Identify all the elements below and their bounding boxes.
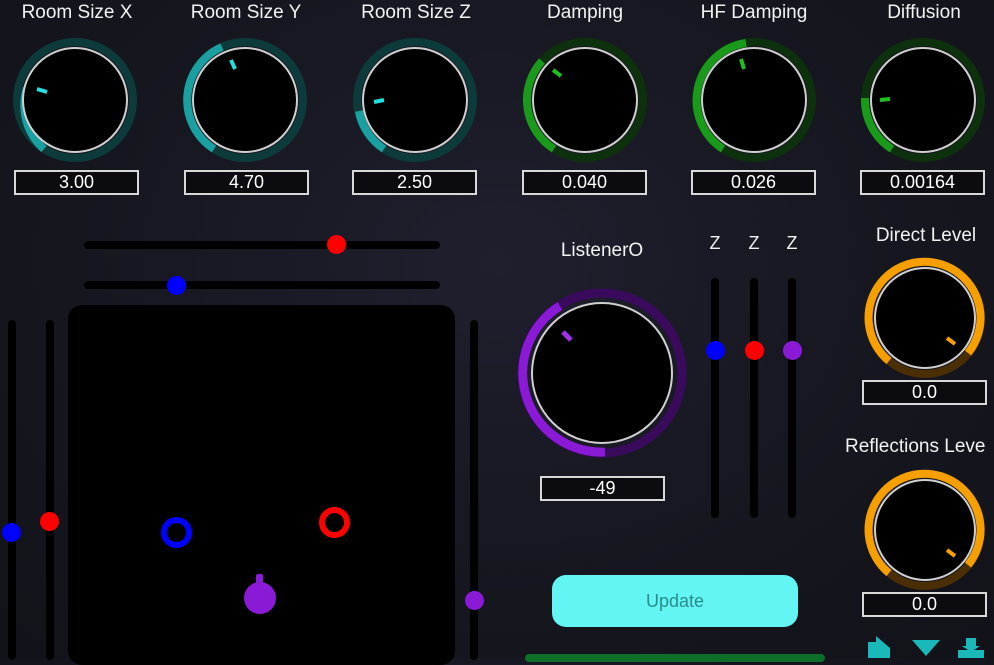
listener-x-slider-handle[interactable] bbox=[167, 276, 186, 295]
value-field[interactable]: 4.70 bbox=[184, 170, 309, 195]
knob-label: HF Damping bbox=[700, 2, 808, 23]
direct-level-label: Direct Level bbox=[875, 225, 977, 246]
dial-damping[interactable] bbox=[520, 36, 650, 166]
knob-label: Damping bbox=[546, 2, 624, 23]
listener-z-slider-handle[interactable] bbox=[706, 341, 725, 360]
listener-x-slider-track[interactable] bbox=[84, 281, 440, 289]
source-z-slider-handle[interactable] bbox=[745, 341, 764, 360]
source-marker[interactable] bbox=[319, 507, 350, 538]
listener-orientation-value[interactable]: -49 bbox=[540, 476, 665, 501]
knob-label: Room Size Z bbox=[361, 2, 471, 23]
reflections-level-value[interactable]: 0.0 bbox=[862, 592, 987, 617]
value-field[interactable]: 3.00 bbox=[14, 170, 139, 195]
source-z-slider-track[interactable] bbox=[750, 278, 758, 518]
green-button-edge[interactable] bbox=[525, 654, 825, 662]
direct-level-value[interactable]: 0.0 bbox=[862, 380, 987, 405]
listener-orientation-label: ListenerO bbox=[560, 240, 644, 261]
value-field[interactable]: 0.040 bbox=[522, 170, 647, 195]
reflections-level-label: Reflections Leve bbox=[845, 436, 986, 457]
knob-label: Room Size Y bbox=[190, 2, 302, 23]
dial-hf-damping[interactable] bbox=[689, 36, 819, 166]
dial-room-size-y[interactable] bbox=[180, 36, 310, 166]
z-label: Z bbox=[709, 233, 721, 253]
export-icon[interactable] bbox=[868, 636, 890, 658]
dial-reflections-level[interactable] bbox=[862, 468, 988, 594]
knob-label: Room Size X bbox=[21, 2, 133, 23]
dial-diffusion[interactable] bbox=[858, 36, 988, 166]
source-y-slider-track[interactable] bbox=[46, 320, 54, 660]
value-field[interactable]: 0.00164 bbox=[860, 170, 985, 195]
listener-z-slider-track[interactable] bbox=[711, 278, 719, 518]
bottom-toolbar-icons bbox=[868, 636, 984, 658]
orientation-z-slider-handle[interactable] bbox=[783, 341, 802, 360]
listener-y-slider-handle[interactable] bbox=[2, 523, 21, 542]
source-x-slider-handle[interactable] bbox=[327, 235, 346, 254]
listener-y-slider-track[interactable] bbox=[8, 320, 16, 660]
value-field[interactable]: 2.50 bbox=[352, 170, 477, 195]
dial-listener-orientation[interactable] bbox=[515, 288, 689, 462]
dial-room-size-x[interactable] bbox=[10, 36, 140, 166]
download-icon[interactable] bbox=[958, 638, 984, 658]
down-arrow-icon[interactable] bbox=[912, 640, 940, 656]
z-label: Z bbox=[748, 233, 760, 253]
update-button[interactable]: Update bbox=[552, 575, 798, 627]
dial-direct-level[interactable] bbox=[862, 256, 988, 382]
listener-orientation-pointer bbox=[256, 574, 263, 586]
source-y-slider-handle[interactable] bbox=[40, 512, 59, 531]
source-x-slider-track[interactable] bbox=[84, 241, 440, 249]
value-field[interactable]: 0.026 bbox=[691, 170, 816, 195]
listener-marker[interactable] bbox=[161, 517, 192, 548]
orientation-slider-handle[interactable] bbox=[465, 591, 484, 610]
knob-label: Diffusion bbox=[887, 2, 961, 23]
z-label: Z bbox=[786, 233, 798, 253]
orientation-z-slider-track[interactable] bbox=[788, 278, 796, 518]
listener-orientation-marker[interactable] bbox=[244, 582, 276, 614]
dial-room-size-z[interactable] bbox=[350, 36, 480, 166]
